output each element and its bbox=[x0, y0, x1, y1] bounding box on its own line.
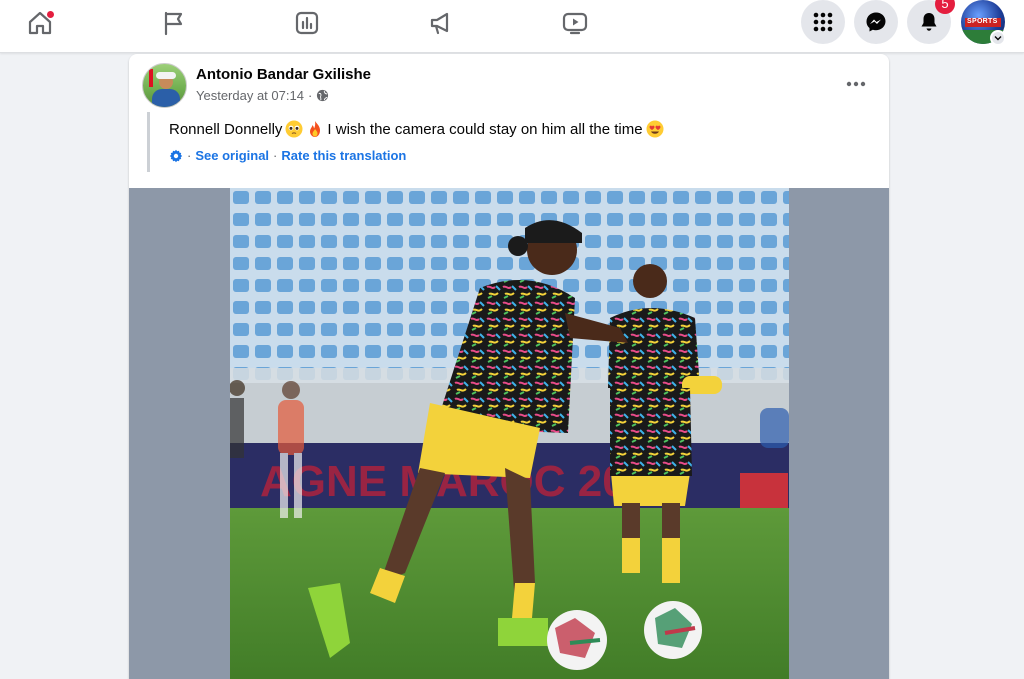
post-timestamp[interactable]: Yesterday at 07:14 bbox=[196, 88, 304, 103]
grid-menu-icon bbox=[813, 12, 833, 32]
post-text: Ronnell Donnelly I wish the camera could… bbox=[169, 120, 664, 138]
meta-separator: · bbox=[307, 88, 313, 103]
translation-separator-1: · bbox=[187, 148, 192, 163]
notification-count-badge: 5 bbox=[935, 0, 955, 14]
megaphone-icon[interactable] bbox=[421, 6, 461, 40]
more-options-button[interactable] bbox=[839, 70, 873, 98]
post-author-name[interactable]: Antonio Bandar Gxilishe bbox=[196, 66, 371, 83]
fire-emoji bbox=[310, 121, 321, 137]
post-photo[interactable]: AGNE MAROC 2024 bbox=[230, 188, 789, 679]
messenger-button[interactable] bbox=[854, 0, 898, 44]
heart-eyes-emoji bbox=[646, 120, 664, 138]
post-body-text: I wish the camera could stay on him all … bbox=[327, 120, 643, 138]
ellipsis-icon bbox=[846, 81, 866, 87]
video-icon[interactable] bbox=[555, 6, 595, 40]
mentioned-name: Ronnell Donnelly bbox=[169, 120, 283, 138]
author-avatar[interactable] bbox=[142, 63, 187, 108]
post-meta: Yesterday at 07:14 · bbox=[196, 88, 329, 103]
post-card: Antonio Bandar Gxilishe Yesterday at 07:… bbox=[129, 54, 889, 679]
post-photo-area: AGNE MAROC 2024 bbox=[129, 188, 889, 679]
bell-icon bbox=[921, 13, 937, 31]
translation-separator-2: · bbox=[273, 148, 278, 163]
messenger-icon bbox=[866, 12, 886, 32]
top-navigation-bar: 5 SPORTS bbox=[0, 0, 1024, 53]
gear-icon bbox=[169, 149, 183, 162]
translation-quote-bar bbox=[147, 112, 150, 172]
translation-row: · See original · Rate this translation bbox=[169, 148, 406, 163]
chevron-down-icon[interactable] bbox=[990, 30, 1006, 46]
grid-menu-button[interactable] bbox=[801, 0, 845, 44]
pleading-face-emoji bbox=[285, 120, 303, 138]
chart-icon[interactable] bbox=[287, 6, 327, 40]
rate-translation-link[interactable]: Rate this translation bbox=[281, 148, 406, 163]
profile-avatar-label: SPORTS bbox=[967, 18, 998, 25]
notification-dot bbox=[46, 10, 55, 19]
flag-icon[interactable] bbox=[154, 6, 194, 40]
see-original-link[interactable]: See original bbox=[195, 148, 269, 163]
notifications-button[interactable]: 5 bbox=[907, 0, 955, 44]
home-icon[interactable] bbox=[20, 6, 60, 40]
globe-icon bbox=[317, 89, 329, 102]
